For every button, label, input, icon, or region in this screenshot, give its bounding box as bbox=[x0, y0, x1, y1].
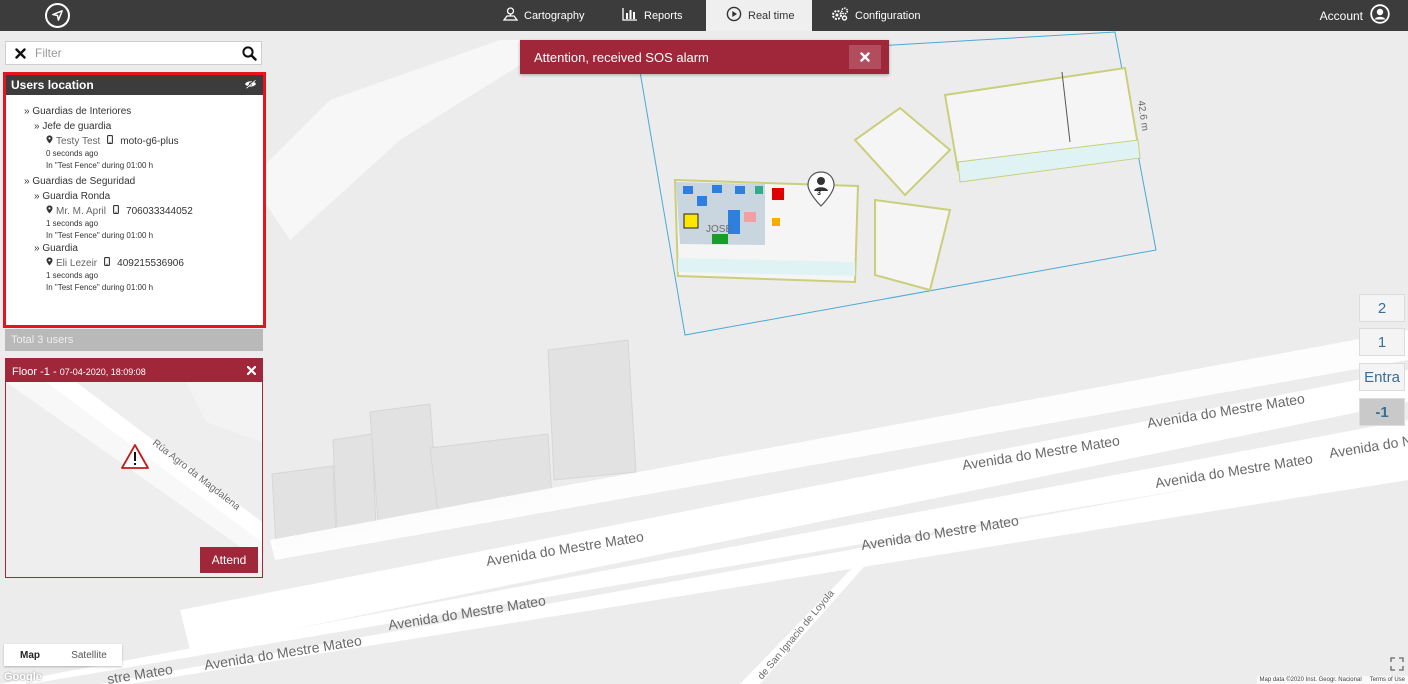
user-cluster-marker[interactable]: 3 bbox=[807, 171, 835, 207]
map-marker-icon bbox=[46, 205, 53, 218]
scale-label: 42.6 m bbox=[1135, 100, 1150, 132]
role-item[interactable]: » Guardia Ronda bbox=[6, 190, 263, 203]
tab-label: Real time bbox=[748, 9, 795, 22]
terms-link[interactable]: Terms of Use bbox=[1370, 676, 1405, 684]
group-item[interactable]: » Guardias de Seguridad bbox=[6, 175, 263, 188]
last-seen: 0 seconds ago bbox=[46, 149, 99, 158]
close-icon[interactable] bbox=[246, 362, 257, 380]
mobile-phone-icon bbox=[113, 205, 119, 218]
floor-room-label: JOSE bbox=[706, 224, 732, 235]
panel-title: Users location bbox=[11, 78, 94, 92]
tab-configuration[interactable]: Configuration bbox=[831, 0, 931, 31]
eye-slash-icon[interactable] bbox=[244, 78, 257, 92]
map-attribution: Map data ©2020 Inst. Geogr. Nacional Ter… bbox=[1256, 676, 1408, 684]
map-marker-icon bbox=[46, 135, 53, 148]
tab-label: Configuration bbox=[855, 9, 921, 22]
floor-button-2[interactable]: 2 bbox=[1359, 294, 1405, 322]
cluster-count: 3 bbox=[817, 190, 821, 197]
sos-alert-banner: Attention, received SOS alarm bbox=[520, 40, 889, 74]
map-person-icon bbox=[502, 7, 519, 24]
street-label: de San Ignacio de Loyola bbox=[756, 588, 837, 682]
alarm-title: Floor -1 - 07-04-2020, 18:09:08 bbox=[12, 362, 146, 380]
tab-cartography[interactable]: Cartography bbox=[502, 0, 593, 31]
tab-reports[interactable]: Reports bbox=[622, 0, 692, 31]
clear-filter-icon[interactable] bbox=[9, 42, 31, 64]
user-item[interactable]: Testy Test moto-g6-plus bbox=[6, 135, 263, 148]
filter-bar bbox=[5, 41, 262, 65]
gears-icon bbox=[831, 7, 849, 24]
device-name: 706033344052 bbox=[126, 206, 193, 217]
map-type-control: Map Satellite bbox=[4, 644, 122, 666]
top-navbar: Cartography Reports Real time Configurat… bbox=[0, 0, 1408, 31]
users-total: Total 3 users bbox=[5, 329, 263, 351]
google-logo: Google bbox=[4, 671, 42, 683]
user-item[interactable]: Eli Lezeir 409215536906 bbox=[6, 257, 263, 270]
play-circle-icon bbox=[726, 6, 742, 25]
sos-alert-text: Attention, received SOS alarm bbox=[534, 49, 709, 65]
user-name: Testy Test bbox=[56, 136, 101, 147]
floor-button-entrance[interactable]: Entra bbox=[1359, 363, 1405, 391]
close-icon[interactable] bbox=[849, 45, 881, 69]
users-location-panel: Users location » Guardias de Interiores … bbox=[3, 72, 266, 328]
bar-chart-icon bbox=[622, 7, 638, 24]
alarm-floor: Floor -1 - bbox=[12, 365, 60, 378]
account-label: Account bbox=[1319, 8, 1363, 23]
warning-triangle-icon bbox=[120, 443, 150, 475]
filter-input[interactable] bbox=[31, 46, 237, 60]
map-type-map-button[interactable]: Map bbox=[4, 644, 56, 666]
fence-info: In "Test Fence" during 01:00 h bbox=[46, 161, 154, 170]
group-item[interactable]: » Guardias de Interiores bbox=[6, 105, 263, 118]
mobile-phone-icon bbox=[107, 135, 114, 148]
alarm-panel: Floor -1 - 07-04-2020, 18:09:08 Rúa Agro… bbox=[5, 358, 263, 578]
account-menu[interactable]: Account bbox=[1320, 0, 1390, 31]
user-name: Eli Lezeir bbox=[56, 258, 98, 269]
last-seen: 1 seconds ago bbox=[46, 219, 99, 228]
tab-label: Cartography bbox=[524, 9, 585, 22]
user-name: Mr. M. April bbox=[56, 206, 107, 217]
tab-realtime[interactable]: Real time bbox=[706, 0, 812, 31]
user-circle-icon bbox=[1370, 4, 1390, 27]
attend-button[interactable]: Attend bbox=[200, 547, 258, 573]
attribution-text: Map data ©2020 Inst. Geogr. Nacional bbox=[1259, 677, 1362, 683]
mobile-phone-icon bbox=[104, 257, 111, 270]
tab-label: Reports bbox=[644, 9, 683, 22]
users-tree: » Guardias de Interiores » Jefe de guard… bbox=[6, 95, 263, 294]
map-marker-icon bbox=[46, 257, 53, 270]
floor-button-minus-1[interactable]: -1 bbox=[1359, 398, 1405, 426]
role-item[interactable]: » Jefe de guardia bbox=[6, 120, 263, 133]
alarm-datetime: 07-04-2020, 18:09:08 bbox=[59, 366, 146, 377]
floor-button-1[interactable]: 1 bbox=[1359, 328, 1405, 356]
device-name: moto-g6-plus bbox=[120, 136, 179, 147]
device-name: 409215536906 bbox=[117, 258, 184, 269]
fence-info: In "Test Fence" during 01:00 h bbox=[46, 283, 154, 292]
search-icon[interactable] bbox=[237, 42, 261, 64]
fence-info: In "Test Fence" during 01:00 h bbox=[46, 231, 154, 240]
map-type-satellite-button[interactable]: Satellite bbox=[56, 644, 122, 666]
navigation-arrow-icon[interactable] bbox=[45, 3, 70, 28]
last-seen: 1 seconds ago bbox=[46, 271, 99, 280]
role-item[interactable]: » Guardia bbox=[6, 242, 263, 255]
user-item[interactable]: Mr. M. April 706033344052 bbox=[6, 205, 263, 218]
alarm-header: Floor -1 - 07-04-2020, 18:09:08 bbox=[6, 359, 262, 382]
fullscreen-icon[interactable] bbox=[1390, 657, 1404, 671]
users-panel-header: Users location bbox=[6, 75, 263, 95]
